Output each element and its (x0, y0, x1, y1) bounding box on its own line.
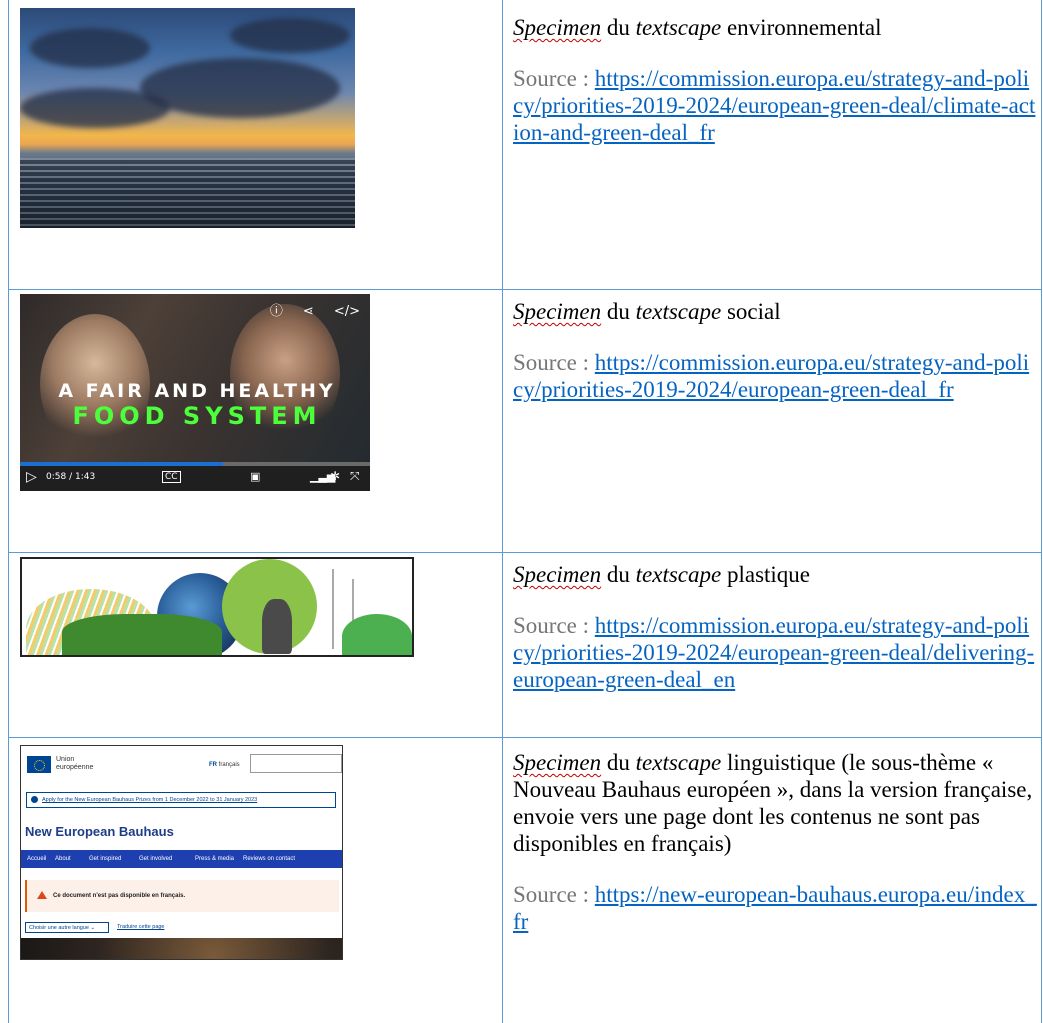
nav-item-get-inspired[interactable]: Get inspired (89, 856, 121, 862)
textscape-word: textscape (635, 299, 722, 324)
row-4-text: Specimen du textscape linguistique (le s… (513, 749, 1038, 935)
specimen-word: Specimen (513, 750, 602, 775)
fullscreen-icon[interactable]: ⤧ (350, 469, 360, 484)
info-icon[interactable]: ⓘ (270, 304, 283, 319)
row-1-text: Specimen du textscape environnemental So… (513, 14, 1038, 146)
video-controls: ▷ 0:58 / 1:43 CC ▣ ▁▃▅ ✲ ⤧ (20, 466, 370, 491)
video-player[interactable]: ⓘ ⋖ </> A FAIR AND HEALTHY FOOD SYSTEM ▷ 0… (20, 294, 370, 491)
row-1-caption: Specimen du textscape environnemental (513, 15, 882, 40)
table-border-right (1041, 0, 1042, 1023)
cc-button[interactable]: CC (162, 471, 181, 483)
eu-flag-icon (27, 756, 51, 773)
row-4-caption: Specimen du textscape linguistique (le s… (513, 750, 1033, 856)
row-divider-3 (8, 737, 1042, 738)
choose-language-select[interactable]: Choisir une autre langue ⌄ (25, 922, 109, 933)
row-4-source: Source : https://new-european-bauhaus.eu… (513, 882, 1037, 934)
row-divider-2 (8, 552, 1042, 553)
bauhaus-website-screenshot: Union européenne FR français Apply for th… (20, 745, 343, 960)
nav-item-about[interactable]: About (55, 856, 71, 862)
nav-item-get-involved[interactable]: Get involved (139, 856, 172, 862)
textscape-word: textscape (635, 562, 722, 587)
eu-label: Union européenne (56, 756, 94, 771)
hero-image (21, 938, 342, 959)
video-title-line-1: A FAIR AND HEALTHY (58, 380, 336, 402)
textscape-word: textscape (635, 750, 722, 775)
share-icon[interactable]: ⋖ (303, 304, 314, 319)
nav-item-contact[interactable]: Reviews on contact (243, 856, 295, 862)
site-title: New European Bauhaus (25, 824, 174, 839)
row-2-caption: Specimen du textscape social (513, 299, 781, 324)
site-nav: Accueil About Get inspired Get involved … (21, 850, 342, 868)
specimen-word: Specimen (513, 562, 602, 587)
row-2-source: Source : https://commission.europa.eu/st… (513, 350, 1030, 402)
row-3-text: Specimen du textscape plastique Source :… (513, 561, 1038, 693)
document-page: { "rows": [ { "specimen": "Specimen", "d… (0, 0, 1043, 1023)
nav-item-home[interactable]: Accueil (27, 856, 46, 862)
settings-icon[interactable]: ✲ (330, 469, 340, 483)
unavailable-alert: Ce document n'est pas disponible en fran… (25, 880, 339, 912)
sunset-sea-image (20, 8, 355, 228)
video-top-controls: ⓘ ⋖ </> (250, 300, 360, 319)
row-2-text: Specimen du textscape social Source : ht… (513, 298, 1038, 403)
row-3-caption: Specimen du textscape plastique (513, 562, 811, 587)
row-divider-1 (8, 289, 1042, 290)
translate-link[interactable]: Traduire cette page (117, 924, 165, 930)
table-border-left (8, 0, 9, 1023)
warning-icon (37, 891, 47, 900)
green-deal-illustration (20, 557, 414, 657)
row-1-source: Source : https://commission.europa.eu/st… (513, 66, 1036, 145)
specimen-word: Specimen (513, 15, 602, 40)
specimen-word: Specimen (513, 299, 602, 324)
embed-icon[interactable]: </> (334, 304, 360, 319)
textscape-word: textscape (635, 15, 722, 40)
table-border-middle (502, 0, 503, 1023)
search-input[interactable] (250, 754, 342, 773)
video-title-line-2: FOOD SYSTEM (72, 402, 322, 430)
play-icon[interactable]: ▷ (26, 469, 37, 485)
language-switcher[interactable]: FR français (209, 762, 240, 768)
video-time: 0:58 / 1:43 (46, 472, 96, 482)
nav-item-press[interactable]: Press & media (195, 856, 234, 862)
audio-description-icon[interactable]: ▣ (250, 470, 260, 483)
row-3-source: Source : https://commission.europa.eu/st… (513, 613, 1035, 692)
notice-banner[interactable]: Apply for the New European Bauhaus Prize… (26, 792, 336, 808)
info-icon (31, 796, 38, 804)
